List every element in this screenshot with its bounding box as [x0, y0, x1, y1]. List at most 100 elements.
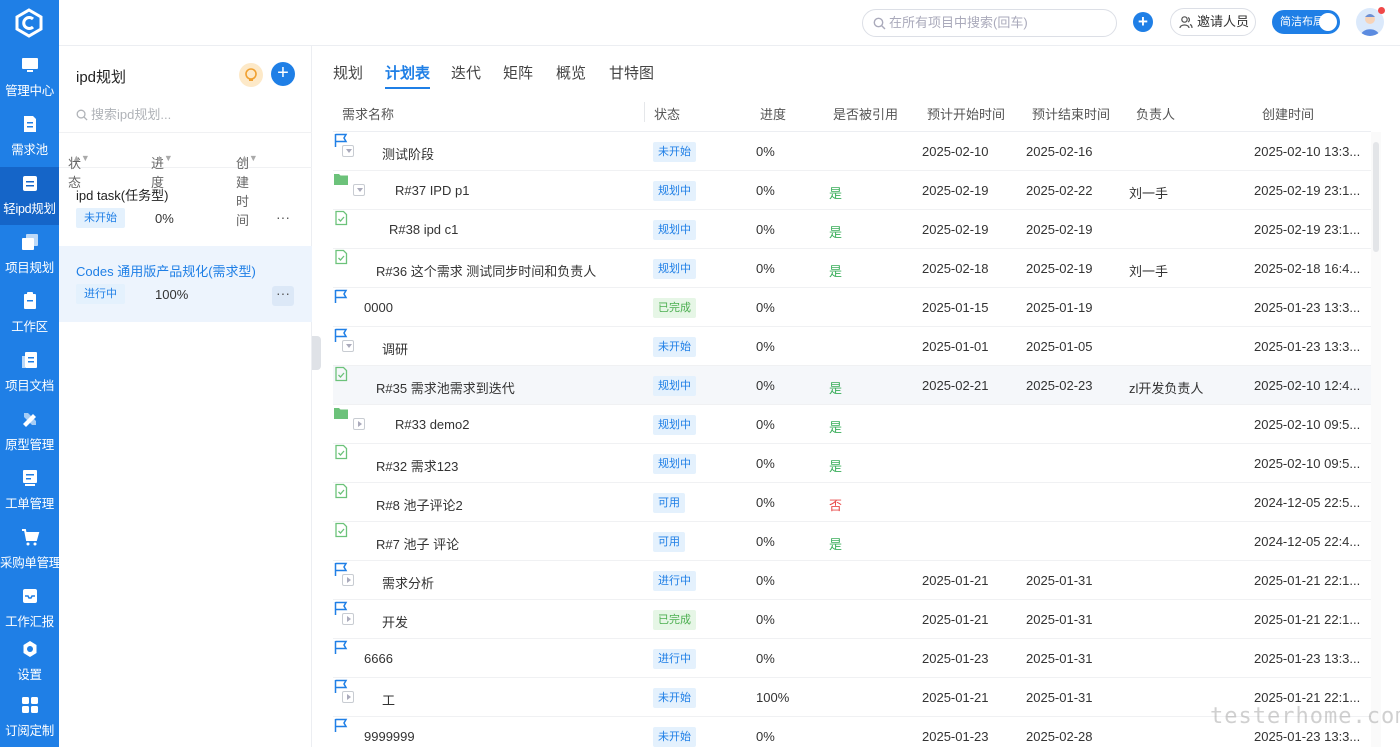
table-header: 需求名称 状态 进度 是否被引用 预计开始时间 预计结束时间 负责人 创建时间	[333, 92, 1371, 132]
tab-plan[interactable]: 规划	[333, 62, 363, 83]
table-row[interactable]: 测试阶段 未开始 0% 2025-02-10 2025-02-16 2025-0…	[333, 132, 1371, 171]
col-start[interactable]: 预计开始时间	[927, 104, 1005, 123]
row-start-date: 2025-01-23	[922, 651, 989, 666]
col-name[interactable]: 需求名称	[342, 104, 394, 123]
nav-item-report[interactable]: 工作汇报	[0, 580, 59, 638]
requirement-icon	[335, 210, 348, 226]
row-progress: 0%	[756, 300, 775, 315]
stack-icon	[21, 234, 38, 250]
col-progress[interactable]: 进度	[760, 104, 786, 123]
table-row[interactable]: 6666 进行中 0% 2025-01-23 2025-01-31 2025-0…	[333, 639, 1371, 678]
nav-item-purchase[interactable]: 采购单管理	[0, 521, 61, 579]
row-start-date: 2025-01-21	[922, 690, 989, 705]
table-row[interactable]: 开发 已完成 0% 2025-01-21 2025-01-31 2025-01-…	[333, 600, 1371, 639]
tab-schedule[interactable]: 计划表	[385, 62, 431, 89]
folder-icon	[334, 174, 348, 185]
table-row[interactable]: R#35 需求池需求到迭代 规划中 0% 是 2025-02-21 2025-0…	[333, 366, 1371, 405]
nav-item-workspace[interactable]: 工作区	[0, 285, 59, 343]
row-end-date: 2025-01-31	[1026, 651, 1093, 666]
nav-item-subscription[interactable]: 订阅定制	[0, 689, 59, 747]
tab-iteration[interactable]: 迭代	[451, 62, 481, 83]
monitor-icon	[21, 58, 38, 72]
row-created: 2025-02-10 09:5...	[1254, 417, 1361, 432]
row-start-date: 2025-02-18	[922, 261, 989, 276]
docs-icon	[21, 352, 37, 368]
requirement-icon	[335, 444, 348, 460]
global-search-input[interactable]: 在所有项目中搜索(回车)	[862, 9, 1117, 37]
collapse-toggle[interactable]	[353, 184, 365, 196]
project-name: Codes 通用版产品规化(需求型)	[76, 264, 256, 279]
nav-item-admin[interactable]: 管理中心	[0, 49, 59, 107]
table-row[interactable]: R#32 需求123 规划中 0% 是 2025-02-10 09:5...	[333, 444, 1371, 483]
more-icon[interactable]: ···	[272, 210, 294, 230]
project-item[interactable]: ipd task(任务型) 未开始 0% ···	[59, 170, 312, 246]
collapse-toggle[interactable]	[342, 145, 354, 157]
tab-matrix[interactable]: 矩阵	[503, 62, 533, 83]
row-created: 2025-02-10 12:4...	[1254, 378, 1361, 393]
table-row[interactable]: 0000 已完成 0% 2025-01-15 2025-01-19 2025-0…	[333, 288, 1371, 327]
col-status[interactable]: 状态	[654, 104, 680, 123]
row-name: R#37 IPD p1	[395, 183, 470, 198]
row-name: 6666	[364, 651, 393, 666]
table-scrollbar[interactable]	[1371, 132, 1381, 747]
tab-overview[interactable]: 概览	[556, 62, 586, 83]
col-referenced[interactable]: 是否被引用	[833, 104, 898, 123]
table-row[interactable]: 调研 未开始 0% 2025-01-01 2025-01-05 2025-01-…	[333, 327, 1371, 366]
expand-toggle[interactable]	[342, 691, 354, 703]
table-row[interactable]: R#36 这个需求 测试同步时间和负责人 规划中 0% 是 2025-02-18…	[333, 249, 1371, 288]
row-end-date: 2025-02-22	[1026, 183, 1093, 198]
table-row[interactable]: 需求分析 进行中 0% 2025-01-21 2025-01-31 2025-0…	[333, 561, 1371, 600]
sort-icon: ▲▼	[240, 153, 258, 163]
status-badge: 进行中	[653, 649, 696, 669]
table-row[interactable]: R#33 demo2 规划中 0% 是 2025-02-10 09:5...	[333, 405, 1371, 444]
col-end[interactable]: 预计结束时间	[1032, 104, 1110, 123]
nav-item-project-plan[interactable]: 项目规划	[0, 226, 59, 284]
row-end-date: 2025-01-31	[1026, 690, 1093, 705]
requirement-icon	[335, 522, 348, 538]
row-start-date: 2025-02-19	[922, 183, 989, 198]
col-created[interactable]: 创建时间	[1262, 104, 1314, 123]
row-start-date: 2025-01-23	[922, 729, 989, 744]
project-progress: 0%	[155, 211, 174, 226]
table-row[interactable]: R#8 池子评论2 可用 0% 否 2024-12-05 22:5...	[333, 483, 1371, 522]
nav-item-demand-pool[interactable]: 需求池	[0, 108, 59, 166]
compact-layout-toggle[interactable]: 简洁布局	[1272, 10, 1340, 34]
tab-gantt[interactable]: 甘特图	[609, 62, 654, 83]
table-row[interactable]: R#7 池子 评论 可用 0% 是 2024-12-05 22:4...	[333, 522, 1371, 561]
folder-icon	[334, 408, 348, 419]
status-badge: 规划中	[653, 259, 696, 279]
expand-toggle[interactable]	[342, 574, 354, 586]
plan-search-input[interactable]: 搜索ipd规划...	[76, 104, 171, 123]
row-created: 2025-01-23 13:3...	[1254, 651, 1361, 666]
scrollbar-thumb[interactable]	[1373, 142, 1379, 252]
status-badge: 可用	[653, 532, 685, 552]
add-plan-button[interactable]: +	[271, 62, 295, 86]
row-name: R#35 需求池需求到迭代	[376, 381, 515, 396]
row-referenced: 是	[829, 186, 843, 201]
invite-button[interactable]: 邀请人员	[1170, 8, 1256, 36]
table-row[interactable]: R#37 IPD p1 规划中 0% 是 2025-02-19 2025-02-…	[333, 171, 1371, 210]
app-logo-icon[interactable]	[14, 8, 44, 38]
nav-item-prototype[interactable]: 原型管理	[0, 403, 59, 461]
expand-toggle[interactable]	[342, 613, 354, 625]
nav-item-light-ipd[interactable]: 轻ipd规划	[0, 167, 59, 225]
grid-icon	[21, 697, 38, 713]
nav-item-project-docs[interactable]: 项目文档	[0, 344, 59, 402]
nav-item-tickets[interactable]: 工单管理	[0, 462, 59, 520]
col-owner[interactable]: 负责人	[1136, 104, 1175, 123]
nav-item-settings[interactable]: 设置	[0, 633, 59, 691]
expand-toggle[interactable]	[353, 418, 365, 430]
panel-collapse-handle[interactable]	[312, 336, 321, 370]
row-start-date: 2025-01-21	[922, 612, 989, 627]
row-end-date: 2025-01-31	[1026, 573, 1093, 588]
table-row[interactable]: R#38 ipd c1 规划中 0% 是 2025-02-19 2025-02-…	[333, 210, 1371, 249]
collapse-toggle[interactable]	[342, 340, 354, 352]
row-progress: 0%	[756, 456, 775, 471]
tips-button[interactable]	[239, 63, 263, 87]
project-item[interactable]: Codes 通用版产品规化(需求型) 进行中 100% ···	[59, 246, 312, 322]
ticket-icon	[22, 470, 37, 486]
more-icon[interactable]: ···	[272, 286, 294, 306]
column-divider[interactable]	[644, 102, 645, 122]
search-icon	[873, 17, 886, 30]
global-add-button[interactable]: +	[1133, 12, 1153, 32]
